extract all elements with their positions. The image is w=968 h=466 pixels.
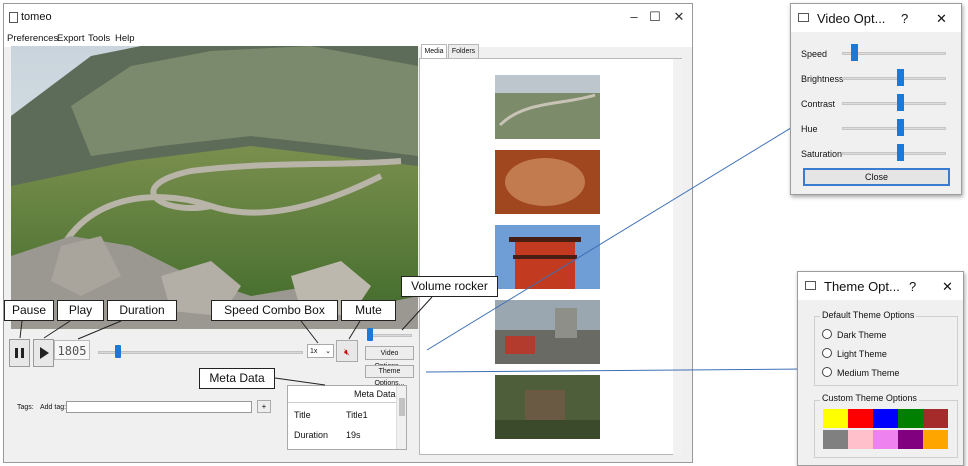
window-icon	[798, 13, 809, 22]
color-swatch[interactable]	[823, 409, 848, 428]
hue-slider-handle[interactable]	[897, 119, 904, 136]
video-options-dialog: Video Opt... ? ✕ Speed Brightness Contra…	[790, 3, 962, 195]
saturation-slider-handle[interactable]	[897, 144, 904, 161]
video-dialog-titlebar: Video Opt... ? ✕	[791, 4, 961, 32]
window-icon	[805, 281, 816, 290]
close-dialog-button[interactable]: Close	[803, 168, 950, 186]
light-theme-label: Light Theme	[837, 349, 887, 359]
brightness-slider[interactable]	[842, 77, 946, 80]
video-dialog-title: Video Opt...	[817, 11, 886, 26]
color-swatch[interactable]	[848, 409, 873, 428]
saturation-slider[interactable]	[842, 152, 946, 155]
theme-dialog-title: Theme Opt...	[824, 279, 900, 294]
saturation-label: Saturation	[801, 149, 843, 159]
speed-slider-handle[interactable]	[851, 44, 858, 61]
custom-theme-group-title: Custom Theme Options	[820, 393, 919, 403]
theme-dialog-titlebar: Theme Opt... ? ✕	[798, 272, 963, 300]
dark-theme-radio[interactable]	[822, 329, 832, 339]
help-button[interactable]: ?	[909, 279, 916, 294]
light-theme-radio[interactable]	[822, 348, 832, 358]
color-swatch[interactable]	[848, 430, 873, 449]
theme-options-dialog: Theme Opt... ? ✕ Default Theme Options D…	[797, 271, 964, 466]
speed-label: Speed	[801, 49, 828, 59]
contrast-slider-handle[interactable]	[897, 94, 904, 111]
help-button[interactable]: ?	[901, 11, 908, 26]
color-swatch[interactable]	[823, 430, 848, 449]
color-swatch[interactable]	[923, 409, 948, 428]
theme-swatch-grid	[823, 409, 953, 451]
color-swatch[interactable]	[898, 430, 923, 449]
default-theme-group-title: Default Theme Options	[820, 310, 917, 320]
hue-label: Hue	[801, 124, 818, 134]
color-swatch[interactable]	[898, 409, 923, 428]
color-swatch[interactable]	[923, 430, 948, 449]
color-swatch[interactable]	[873, 430, 898, 449]
close-icon[interactable]: ✕	[942, 279, 953, 295]
contrast-slider[interactable]	[842, 102, 946, 105]
close-icon[interactable]: ✕	[936, 11, 947, 27]
medium-theme-label: Medium Theme	[837, 368, 900, 378]
medium-theme-radio[interactable]	[822, 367, 832, 377]
brightness-label: Brightness	[801, 74, 844, 84]
brightness-slider-handle[interactable]	[897, 69, 904, 86]
color-swatch[interactable]	[873, 409, 898, 428]
dark-theme-label: Dark Theme	[837, 330, 887, 340]
hue-slider[interactable]	[842, 127, 946, 130]
contrast-label: Contrast	[801, 99, 836, 109]
